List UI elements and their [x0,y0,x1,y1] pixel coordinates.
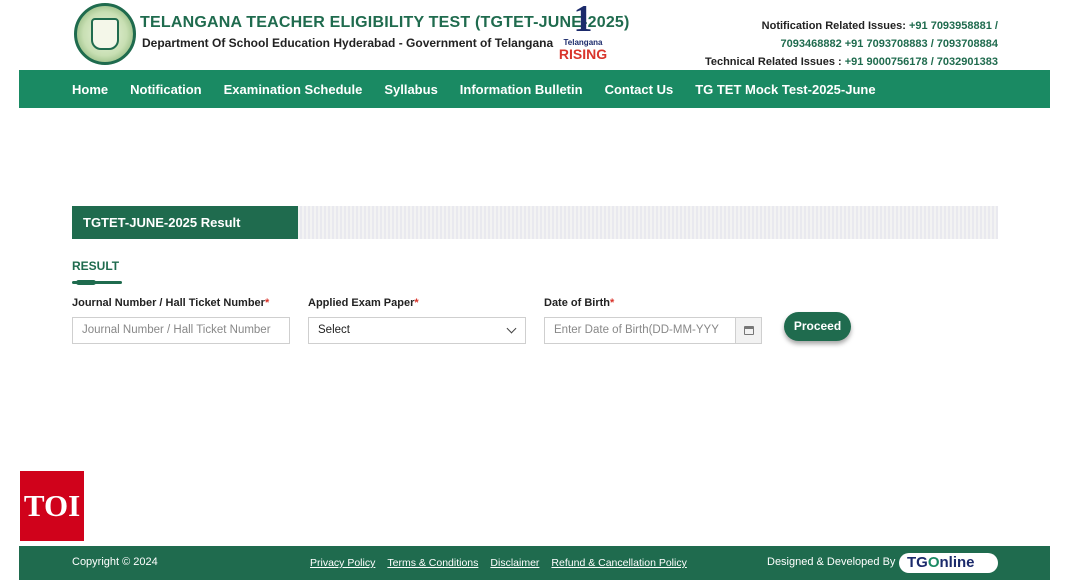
heading-underline [72,280,122,285]
result-tab-title: TGTET-JUNE-2025 Result [72,206,298,239]
rising-number: 1 [573,0,593,40]
nav-examination-schedule[interactable]: Examination Schedule [224,82,363,97]
exam-paper-label-text: Applied Exam Paper [308,297,415,309]
proceed-button[interactable]: Proceed [784,312,851,341]
tgonline-o: O [927,554,940,571]
contact-line-3: Technical Related Issues : +91 900075617… [705,53,998,71]
hall-ticket-label-text: Journal Number / Hall Ticket Number [72,297,265,309]
nav-home[interactable]: Home [72,82,108,97]
page-root: TELANGANA TEACHER ELIGIBILITY TEST (TGTE… [19,0,1050,580]
site-header: TELANGANA TEACHER ELIGIBILITY TEST (TGTE… [19,0,1050,70]
site-subtitle: Department Of School Education Hyderabad… [142,36,554,50]
contact-line-1: Notification Related Issues: +91 7093958… [705,17,998,35]
required-mark: * [610,297,615,309]
dob-label: Date of Birth* [544,297,614,309]
copyright-text: Copyright © 2024 [72,556,158,568]
nav-syllabus[interactable]: Syllabus [384,82,437,97]
site-footer: Copyright © 2024 Privacy Policy Terms & … [19,546,1050,580]
chevron-down-icon [506,323,517,334]
toi-watermark-logo: TOI [20,471,84,541]
required-mark: * [264,297,270,309]
tgonline-prefix: TG [907,554,928,571]
exam-paper-select[interactable]: Select [308,317,526,344]
required-mark: * [414,297,419,309]
telangana-emblem-icon [74,3,136,65]
footer-links: Privacy Policy Terms & Conditions Discla… [310,557,699,569]
nav-notification[interactable]: Notification [130,82,202,97]
footer-link-disclaimer[interactable]: Disclaimer [490,557,539,569]
contact-label-notification: Notification Related Issues: [761,20,906,32]
nav-mock-test[interactable]: TG TET Mock Test-2025-June [695,82,875,97]
telangana-rising-logo: 1 Telangana RISING [555,0,611,68]
main-nav: Home Notification Examination Schedule S… [19,70,1050,108]
footer-link-refund-policy[interactable]: Refund & Cancellation Policy [551,557,686,569]
nav-contact-us[interactable]: Contact Us [605,82,674,97]
emblem-tower-shape [91,18,119,50]
footer-link-terms[interactable]: Terms & Conditions [387,557,478,569]
contact-label-technical: Technical Related Issues : [704,56,842,68]
tgonline-suffix: nline [939,554,975,571]
hall-ticket-label: Journal Number / Hall Ticket Number* [72,297,269,309]
dob-label-text: Date of Birth [544,297,610,309]
exam-paper-selected-value: Select [318,324,350,336]
calendar-icon [744,326,754,335]
contact-numbers-2: 7093468882 +91 7093708883 / 7093708884 [780,38,998,50]
designed-by-text: Designed & Developed By [767,556,896,568]
dob-input[interactable]: Enter Date of Birth(DD-MM-YYY [544,317,736,344]
exam-paper-label: Applied Exam Paper* [308,297,419,309]
tgonline-logo[interactable]: TGOnline [899,553,998,573]
result-header-stripe [298,206,998,239]
rising-line2: RISING [558,46,608,62]
contact-numbers-3: +91 9000756178 / 7032901383 [844,56,998,68]
contact-info: Notification Related Issues: +91 7093958… [705,17,998,71]
contact-numbers-1: +91 7093958881 / [908,20,998,32]
nav-information-bulletin[interactable]: Information Bulletin [460,82,583,97]
contact-line-2: 7093468882 +91 7093708883 / 7093708884 [705,35,998,53]
footer-link-privacy-policy[interactable]: Privacy Policy [310,557,375,569]
result-section-heading: RESULT [72,259,120,273]
hall-ticket-input[interactable]: Journal Number / Hall Ticket Number [72,317,290,344]
calendar-button[interactable] [735,317,762,344]
